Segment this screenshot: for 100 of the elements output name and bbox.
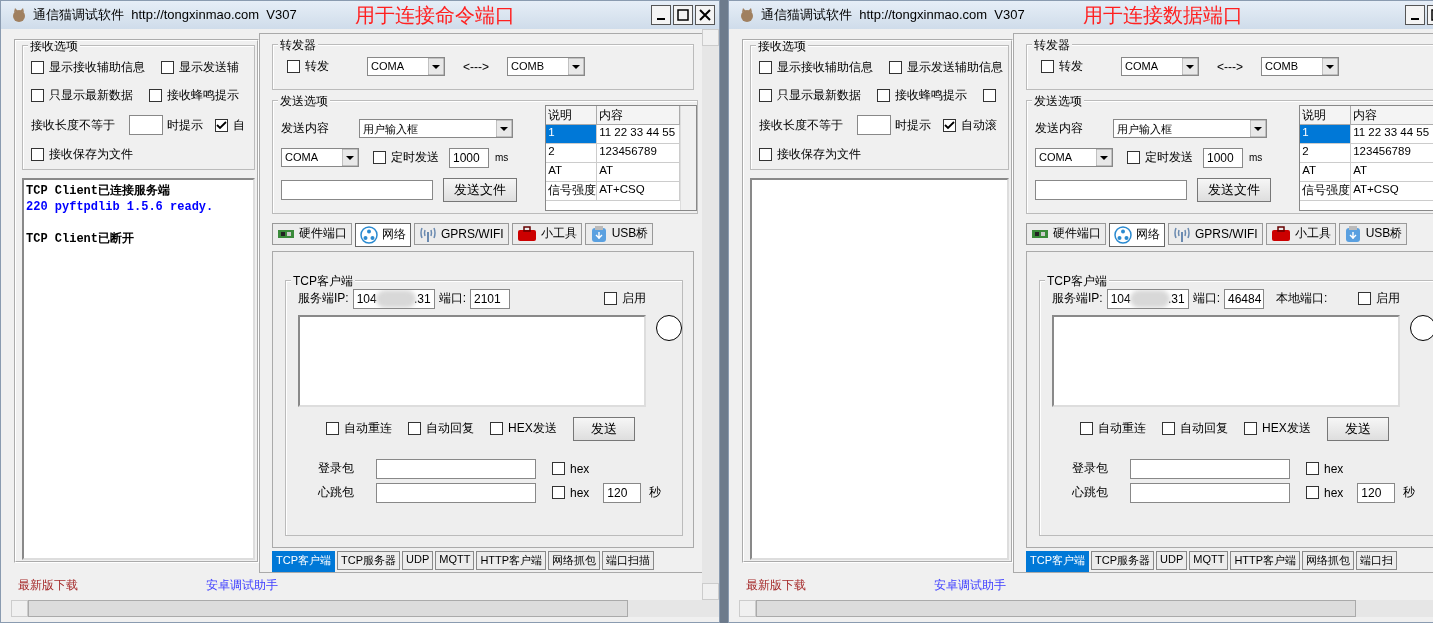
checkbox[interactable] [215, 118, 228, 132]
tab[interactable]: USB桥 [1338, 222, 1408, 245]
heartbeat-interval-field[interactable]: 120 [603, 482, 642, 503]
dropdown[interactable]: COMB [1261, 57, 1339, 76]
heartbeat-interval-field[interactable]: 120 [1357, 482, 1396, 503]
tab[interactable]: 端口扫 [1356, 551, 1398, 570]
tab[interactable]: USB桥 [584, 222, 654, 245]
send-text-area[interactable] [298, 314, 646, 407]
checkbox[interactable] [149, 89, 162, 102]
link[interactable]: 最新版下载 [18, 576, 78, 594]
dropdown[interactable]: COMA [1121, 57, 1199, 76]
length-field[interactable] [857, 115, 891, 135]
login-packet-field[interactable] [1130, 458, 1290, 479]
close-button[interactable] [695, 5, 715, 25]
link[interactable]: 最新版下载 [746, 576, 806, 594]
dropdown-arrow-icon[interactable] [568, 58, 584, 75]
tab[interactable]: 网络 [1109, 222, 1165, 247]
vertical-scrollbar[interactable] [702, 29, 719, 600]
tab[interactable]: MQTT [435, 551, 475, 570]
checkbox[interactable] [1306, 462, 1319, 476]
length-field[interactable] [129, 115, 163, 135]
link[interactable]: 安卓调试助手 [934, 576, 1006, 594]
tab[interactable]: UDP [402, 551, 434, 570]
table-cell[interactable]: AT [546, 162, 598, 182]
table-cell[interactable]: 11 22 33 44 55 [1351, 124, 1433, 144]
checkbox[interactable] [31, 148, 44, 161]
send-text-area[interactable] [1052, 314, 1400, 407]
dropdown-arrow-icon[interactable] [1096, 149, 1112, 167]
checkbox[interactable] [1306, 486, 1319, 500]
tab[interactable]: TCP服务器 [1091, 551, 1154, 570]
checkbox[interactable] [1080, 422, 1093, 436]
port-field[interactable]: 2101 [470, 288, 510, 309]
tab[interactable]: 端口扫描 [602, 551, 655, 570]
send-file-button[interactable]: 发送文件 [1197, 177, 1271, 202]
checkbox[interactable] [31, 89, 44, 102]
horizontal-scrollbar[interactable] [739, 600, 1433, 617]
checkbox[interactable] [759, 148, 772, 161]
file-path-field[interactable] [1035, 179, 1187, 200]
tab[interactable]: 网络 [355, 222, 411, 247]
checkbox[interactable] [1041, 60, 1054, 73]
link[interactable]: 安卓调试助手 [206, 576, 278, 594]
server-ip-field[interactable]: 104 .31 [1106, 288, 1189, 309]
minimize-button[interactable] [651, 5, 671, 25]
checkbox[interactable] [31, 61, 44, 74]
checkbox[interactable] [759, 89, 772, 102]
checkbox[interactable] [552, 486, 565, 500]
tab[interactable]: MQTT [1189, 551, 1229, 570]
dropdown[interactable]: 用户输入框 [1113, 118, 1267, 138]
dropdown-arrow-icon[interactable] [1250, 119, 1266, 137]
table-cell[interactable]: AT [1300, 162, 1352, 182]
checkbox[interactable] [287, 60, 300, 73]
checkbox[interactable] [326, 422, 339, 436]
tab[interactable]: 小工具 [1265, 222, 1336, 245]
tab[interactable]: GPRS/WIFI [414, 222, 509, 245]
dropdown-arrow-icon[interactable] [428, 58, 444, 75]
table-cell[interactable]: 2 [1300, 143, 1352, 163]
tab[interactable]: 小工具 [511, 222, 582, 245]
checkbox[interactable] [161, 61, 174, 74]
dropdown-arrow-icon[interactable] [1322, 58, 1338, 75]
minimize-button[interactable] [1405, 5, 1425, 25]
dropdown[interactable]: COMB [507, 57, 585, 76]
file-path-field[interactable] [281, 179, 433, 200]
checkbox[interactable] [877, 89, 890, 102]
port-field[interactable]: 46484 [1224, 288, 1264, 309]
checkbox[interactable] [1358, 291, 1371, 305]
login-packet-field[interactable] [376, 458, 536, 479]
tab[interactable]: GPRS/WIFI [1168, 222, 1263, 245]
scrollbar[interactable] [680, 105, 696, 210]
table-cell[interactable]: 123456789 [1351, 143, 1433, 163]
send-file-button[interactable]: 发送文件 [443, 177, 517, 202]
heartbeat-packet-field[interactable] [376, 482, 536, 503]
dropdown-arrow-icon[interactable] [1182, 58, 1198, 75]
tab[interactable]: HTTP客户端 [1230, 551, 1301, 570]
tab[interactable]: TCP客户端 [1026, 551, 1089, 572]
table-cell[interactable]: 信号强度 [546, 181, 598, 201]
dropdown[interactable]: COMA [1035, 148, 1113, 168]
tab[interactable]: HTTP客户端 [476, 551, 547, 570]
horizontal-scrollbar[interactable] [11, 600, 719, 617]
dropdown-arrow-icon[interactable] [342, 149, 358, 167]
checkbox[interactable] [1162, 422, 1175, 436]
checkbox[interactable] [759, 61, 772, 74]
interval-field[interactable]: 1000 [1203, 147, 1243, 168]
table-cell[interactable]: AT [1351, 162, 1433, 182]
dropdown-arrow-icon[interactable] [496, 119, 512, 137]
dropdown[interactable]: COMA [367, 57, 445, 76]
tab[interactable]: TCP客户端 [272, 551, 335, 572]
table-cell[interactable]: 信号强度 [1300, 181, 1352, 201]
checkbox[interactable] [1127, 151, 1140, 165]
maximize-button[interactable] [673, 5, 693, 25]
send-button[interactable]: 发送 [572, 416, 635, 441]
checkbox[interactable] [1244, 422, 1257, 436]
tab[interactable]: 网络抓包 [548, 551, 601, 570]
checkbox[interactable] [373, 151, 386, 165]
checkbox[interactable] [983, 89, 996, 102]
heartbeat-packet-field[interactable] [1130, 482, 1290, 503]
server-ip-field[interactable]: 104 .31 [352, 288, 435, 309]
checkbox[interactable] [552, 462, 565, 476]
checkbox[interactable] [604, 291, 617, 305]
checkbox[interactable] [889, 61, 902, 74]
checkbox[interactable] [490, 422, 503, 436]
